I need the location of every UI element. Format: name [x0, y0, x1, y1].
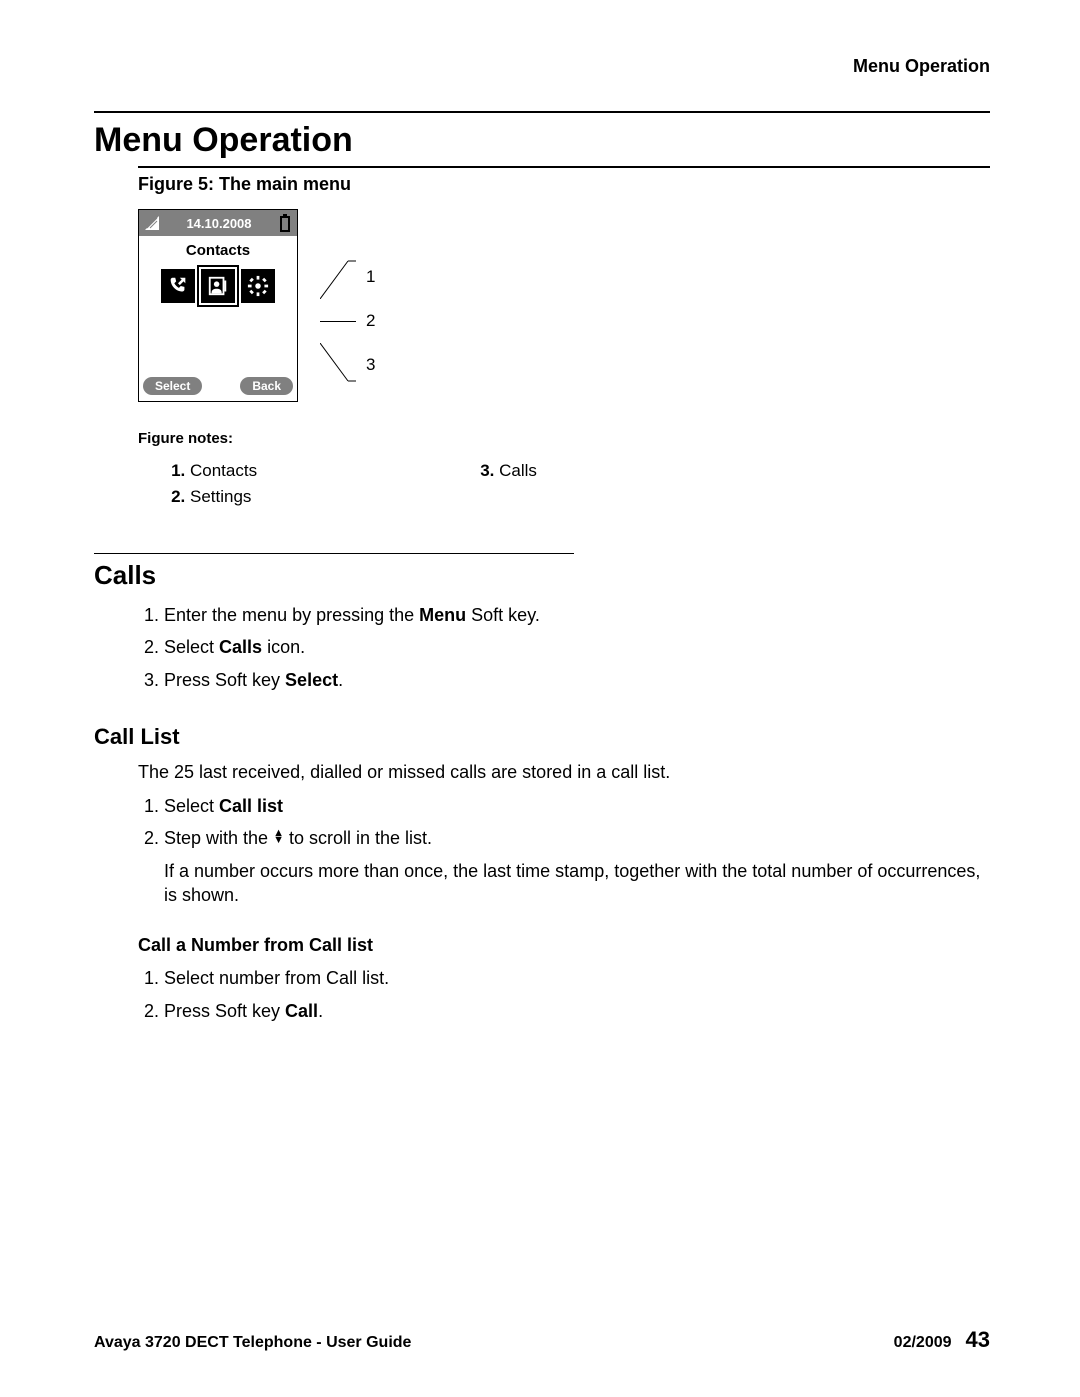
- call-list-step-1: Select Call list: [164, 794, 990, 826]
- top-rule: [94, 111, 990, 113]
- calls-icon: [161, 269, 195, 303]
- call-list-step-2: Step with the ▲▼ to scroll in the list. …: [164, 826, 990, 915]
- footer-page-number: 43: [966, 1327, 990, 1352]
- calls-step-2: Select Calls icon.: [164, 635, 990, 667]
- running-head: Menu Operation: [94, 56, 990, 77]
- call-number-heading: Call a Number from Call list: [138, 935, 990, 956]
- contacts-icon: [201, 269, 235, 303]
- phone-screen-title: Contacts: [139, 236, 297, 269]
- section-calls-heading: Calls: [94, 560, 990, 591]
- call-number-step-2: Press Soft key Call.: [164, 999, 990, 1031]
- battery-icon: [279, 214, 291, 232]
- figure-callouts: 1 2 3: [320, 209, 375, 387]
- nav-updown-icon: ▲▼: [273, 830, 284, 844]
- call-list-intro: The 25 last received, dialled or missed …: [138, 760, 990, 784]
- figure-notes: Contacts Settings Calls: [168, 461, 990, 513]
- menu-icons: [139, 269, 297, 313]
- call-list-heading: Call List: [94, 724, 990, 750]
- call-list-step-2-note: If a number occurs more than once, the l…: [164, 851, 990, 908]
- page-footer: Avaya 3720 DECT Telephone - User Guide 0…: [94, 1327, 990, 1353]
- figure-note-2: Settings: [190, 487, 257, 513]
- calls-step-1: Enter the menu by pressing the Menu Soft…: [164, 603, 990, 635]
- call-number-step-1: Select number from Call list.: [164, 966, 990, 998]
- figure-note-1: Contacts: [190, 461, 257, 487]
- calls-steps: Enter the menu by pressing the Menu Soft…: [164, 603, 990, 700]
- figure-rule: [138, 166, 990, 168]
- callout-1: 1: [366, 267, 375, 287]
- section-rule: [94, 553, 574, 554]
- figure-notes-label: Figure notes:: [138, 430, 990, 447]
- figure-caption: Figure 5: The main menu: [138, 174, 990, 195]
- softkey-back: Back: [240, 377, 293, 395]
- figure-note-3: Calls: [499, 461, 537, 487]
- footer-title: Avaya 3720 DECT Telephone - User Guide: [94, 1334, 411, 1352]
- footer-date: 02/2009: [894, 1334, 952, 1351]
- phone-screen: 14.10.2008 Contacts: [138, 209, 298, 402]
- softkey-select: Select: [143, 377, 202, 395]
- call-number-steps: Select number from Call list. Press Soft…: [164, 966, 990, 1031]
- signal-icon: [145, 216, 159, 230]
- phone-date: 14.10.2008: [186, 216, 251, 231]
- callout-3: 3: [366, 355, 375, 375]
- callout-2: 2: [366, 311, 375, 331]
- call-list-steps: Select Call list Step with the ▲▼ to scr…: [164, 794, 990, 915]
- calls-step-3: Press Soft key Select.: [164, 668, 990, 700]
- settings-icon: [241, 269, 275, 303]
- page-title: Menu Operation: [94, 121, 990, 160]
